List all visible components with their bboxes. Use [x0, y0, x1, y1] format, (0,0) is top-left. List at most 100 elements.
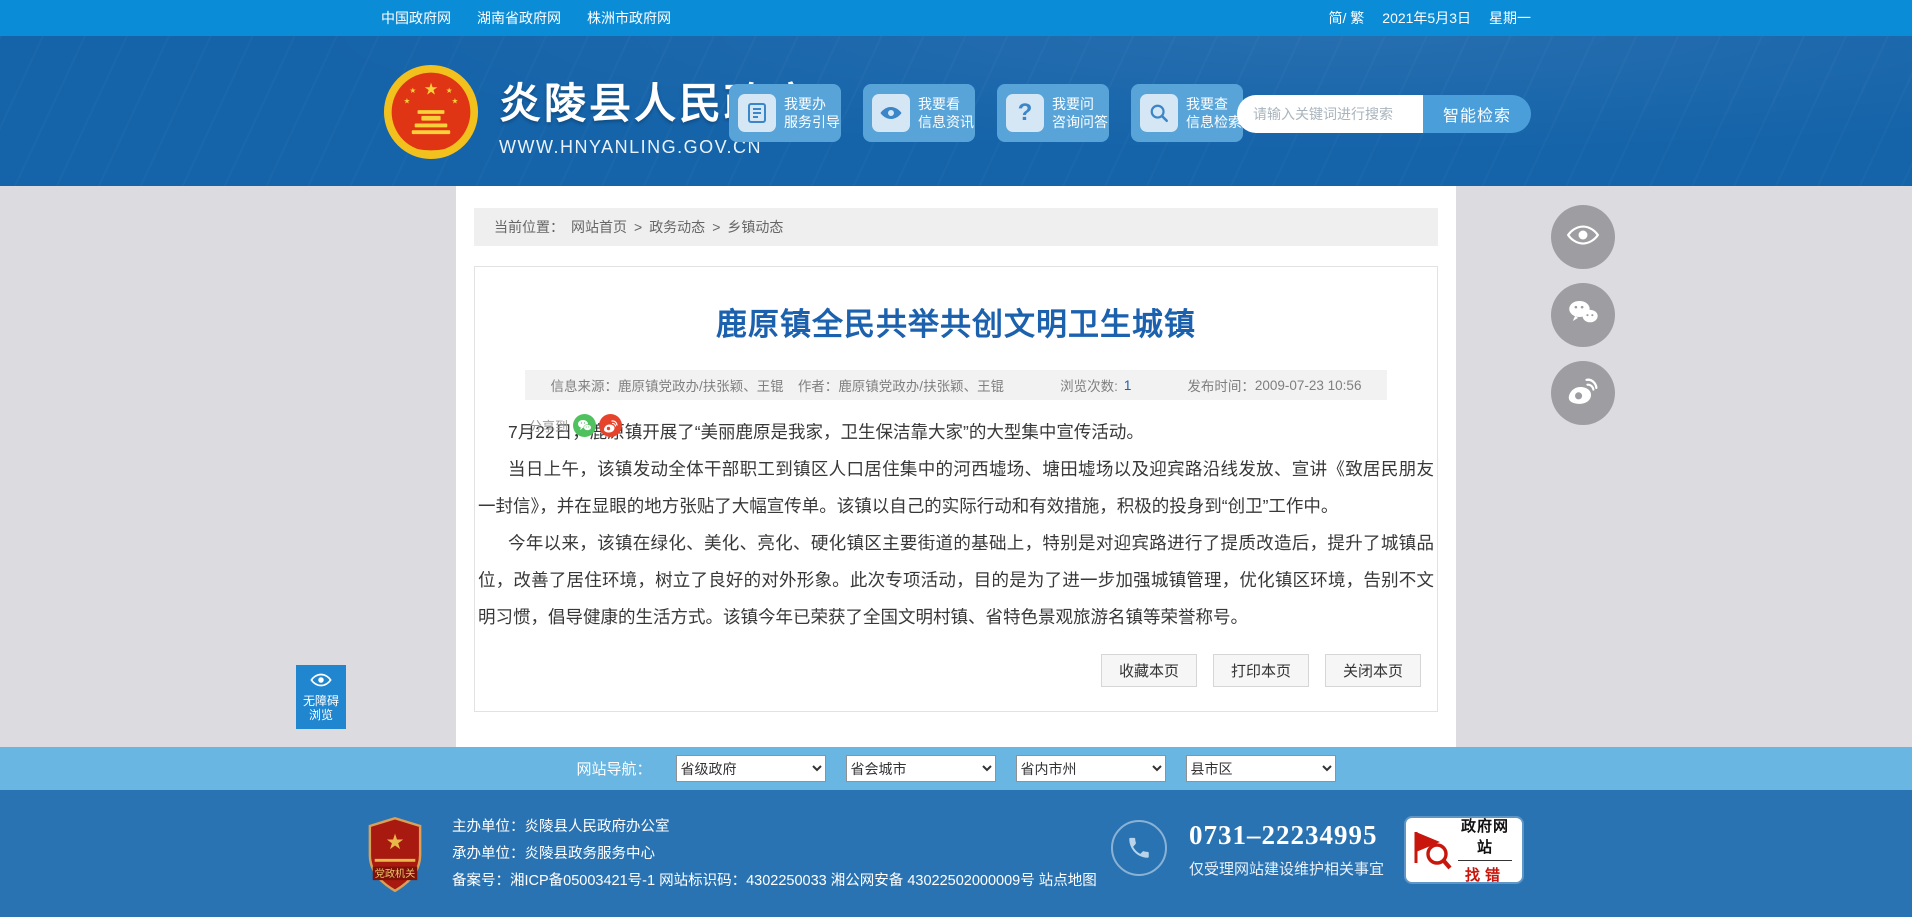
meta-time-label: 发布时间： [1187, 379, 1255, 394]
quick-button-line2: 咨询问答 [1052, 114, 1108, 130]
footer-site-navigation: 网站导航： 省级政府 省会城市 省内市州 县市区 [0, 747, 1912, 790]
svg-text:★: ★ [385, 830, 404, 854]
link-china-gov[interactable]: 中国政府网 [381, 8, 451, 28]
eye-icon [1566, 224, 1600, 251]
article-actions: 收藏本页 打印本页 关闭本页 [475, 654, 1421, 687]
national-emblem-logo: ★ ★ ★ ★ ★ [383, 64, 479, 160]
question-icon: ? [1006, 94, 1044, 132]
site-header: ★ ★ ★ ★ ★ 炎陵县人民政府 WWW.HNYANLING.GOV.CN 我… [0, 36, 1912, 186]
quick-button-line1: 我要办 [784, 96, 826, 112]
svg-text:★: ★ [424, 81, 439, 99]
side-float-toolbar [1551, 205, 1615, 425]
button-i-want-to-apply[interactable]: 我要办 服务引导 [729, 84, 841, 142]
contact-phone-number: 0731–22234995 [1189, 820, 1378, 850]
quick-button-line1: 我要看 [918, 96, 960, 112]
sitemap-link[interactable]: 站点地图 [1039, 873, 1097, 889]
top-utility-bar: 中国政府网 湖南省政府网 株洲市政府网 简/ 繁 2021年5月3日 星期一 [0, 0, 1912, 36]
icp-record: 备案号：湘ICP备05003421号-1 [452, 873, 656, 889]
svg-text:★: ★ [452, 96, 459, 105]
wechat-icon [1567, 299, 1599, 331]
article-title: 鹿原镇全民共举共创文明卫生城镇 [716, 307, 1196, 342]
gov-site-error-report-badge[interactable]: 政府网站 找错 [1406, 818, 1522, 884]
link-zhuzhou-gov[interactable]: 株洲市政府网 [587, 8, 671, 28]
footer-nav-label: 网站导航： [576, 761, 652, 778]
quick-button-line2: 信息检索 [1186, 114, 1242, 130]
article-meta-bar: 信息来源： 鹿原镇党政办/扶张颖、王锟 作者： 鹿原镇党政办/扶张颖、王锟 浏览次数… [525, 370, 1387, 400]
select-county-districts[interactable]: 县市区 [1185, 755, 1336, 782]
share-label: 分享到 [529, 419, 569, 434]
lang-switch[interactable]: 简/ 繁 [1329, 8, 1365, 28]
quick-button-line1: 我要问 [1052, 96, 1094, 112]
eye-icon [872, 94, 910, 132]
accessibility-label-line1: 无障碍 [302, 693, 339, 708]
phone-icon [1111, 820, 1167, 876]
breadcrumb-gov-news[interactable]: 政务动态 [649, 217, 705, 237]
error-badge-line2: 找错 [1464, 867, 1505, 884]
site-search: 智能检索 [1237, 95, 1531, 133]
quick-service-buttons: 我要办服务引导 我要看信息资讯 ? 我要问咨询问答 我要查信息检索 [729, 84, 1243, 142]
svg-text:★: ★ [446, 86, 453, 95]
quick-button-line1: 我要查 [1186, 96, 1228, 112]
content-column: 当前位置： 网站首页 > 政务动态 > 乡镇动态 鹿原镇全民共举共创文明卫生城镇… [456, 186, 1456, 747]
current-weekday: 星期一 [1489, 10, 1531, 26]
party-gov-badge-text: 党政机关 [375, 867, 416, 880]
error-badge-line1: 政府网站 [1460, 818, 1509, 856]
wechat-share-button[interactable] [1551, 283, 1615, 347]
search-icon [1140, 94, 1178, 132]
meta-source: 鹿原镇党政办/扶张颖、王锟 [618, 379, 784, 394]
meta-views-label: 浏览次数: [1060, 379, 1118, 394]
footer-info: 主办单位：炎陵县人民政府办公室 承办单位：炎陵县政务服务中心 备案号：湘ICP备… [452, 814, 1097, 895]
select-province-cities[interactable]: 省内市州 [1015, 755, 1166, 782]
meta-publish-time: 2009-07-23 10:56 [1254, 377, 1362, 393]
footer-contact: 0731–22234995 仅受理网站建设维护相关事宜 [1111, 820, 1384, 879]
eye-icon [310, 673, 332, 692]
link-hunan-gov[interactable]: 湖南省政府网 [477, 8, 561, 28]
breadcrumb-town-news[interactable]: 乡镇动态 [727, 217, 783, 237]
breadcrumb: 当前位置： 网站首页 > 政务动态 > 乡镇动态 [474, 208, 1438, 246]
share-weibo-icon[interactable] [599, 414, 623, 437]
error-report-icon [1414, 832, 1452, 870]
button-i-want-to-ask[interactable]: ? 我要问咨询问答 [997, 84, 1109, 142]
article-paragraph: 当日上午，该镇发动全体干部职工到镇区人口居住集中的河西墟场、塘田墟场以及迎宾路沿… [478, 459, 1434, 516]
svg-text:★: ★ [409, 86, 416, 95]
main-area: 当前位置： 网站首页 > 政务动态 > 乡镇动态 鹿原镇全民共举共创文明卫生城镇… [0, 186, 1912, 747]
site-footer: ★ 党政机关 主办单位：炎陵县人民政府办公室 承办单位：炎陵县政务服务中心 备案… [0, 790, 1912, 917]
select-capital-cities[interactable]: 省会城市 [845, 755, 996, 782]
print-page-button[interactable]: 打印本页 [1212, 654, 1309, 687]
breadcrumb-separator: > [712, 219, 721, 235]
document-icon [738, 94, 776, 132]
weibo-share-button[interactable] [1551, 361, 1615, 425]
view-mode-button[interactable] [1551, 205, 1615, 269]
close-page-button[interactable]: 关闭本页 [1324, 654, 1421, 687]
breadcrumb-separator: > [634, 219, 643, 235]
site-code: 网站标识码：4302250033 [659, 873, 827, 889]
weibo-icon [1567, 376, 1599, 410]
svg-text:★: ★ [404, 96, 411, 105]
party-gov-badge-icon: ★ 党政机关 [368, 817, 422, 893]
share-widget: 分享到 [529, 414, 623, 437]
bookmark-page-button[interactable]: 收藏本页 [1100, 654, 1197, 687]
contact-phone-note: 仅受理网站建设维护相关事宜 [1189, 861, 1385, 878]
divider [1458, 860, 1512, 861]
security-record-link[interactable]: 湘公网安备 43022502000009号 [831, 873, 1035, 889]
host-value: 炎陵县人民政府办公室 [524, 819, 670, 835]
meta-source-label: 信息来源： [550, 379, 619, 394]
meta-views-count: 1 [1123, 377, 1132, 393]
share-wechat-icon[interactable] [573, 414, 597, 437]
quick-button-line2: 服务引导 [784, 114, 840, 130]
accessibility-browse-button[interactable]: 无障碍 浏览 [296, 665, 346, 729]
organizer-label: 承办单位： [452, 846, 525, 862]
search-input[interactable] [1237, 95, 1423, 133]
meta-author-label: 作者： [797, 379, 839, 394]
quick-button-line2: 信息资讯 [918, 114, 974, 130]
host-label: 主办单位： [452, 819, 525, 835]
select-provincial-gov[interactable]: 省级政府 [675, 755, 826, 782]
button-i-want-to-search[interactable]: 我要查 信息检索 [1131, 84, 1243, 142]
organizer-value: 炎陵县政务服务中心 [524, 846, 656, 862]
article-paragraph: 今年以来，该镇在绿化、美化、亮化、硬化镇区主要街道的基础上，特别是对迎宾路进行了… [478, 533, 1434, 627]
smart-search-button[interactable]: 智能检索 [1423, 95, 1531, 133]
accessibility-label-line2: 浏览 [308, 707, 333, 722]
button-i-want-to-read[interactable]: 我要看 信息资讯 [863, 84, 975, 142]
breadcrumb-home[interactable]: 网站首页 [571, 217, 627, 237]
breadcrumb-label: 当前位置： [494, 219, 564, 235]
